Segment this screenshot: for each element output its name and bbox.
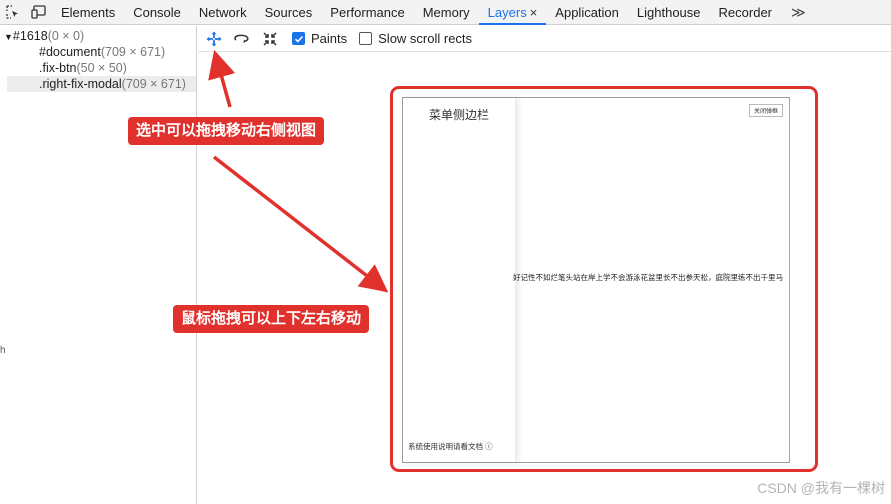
arrow-to-preview <box>212 155 389 293</box>
preview-body-text: 好记性不如烂笔头站在岸上学不会游泳花盆里长不出参天松，庭院里练不出千里马 <box>513 273 783 282</box>
close-modal-button[interactable]: 关闭弹框 <box>748 104 783 117</box>
annotation-drag-select: 选中可以拖拽移动右侧视图 <box>128 117 325 145</box>
watermark: CSDN @我有一棵树 <box>757 480 885 496</box>
preview-sidebar: 菜单侧边栏 系统使用说明请看文档 ⓘ <box>403 98 515 462</box>
sidebar-title: 菜单侧边栏 <box>428 108 489 122</box>
arrow-to-pan-tool <box>208 49 236 108</box>
annotation-mouse-drag: 鼠标拖拽可以上下左右移动 <box>173 305 370 333</box>
sidebar-footer-text: 系统使用说明请看文档 ⓘ <box>408 442 493 451</box>
layer-preview[interactable]: 菜单侧边栏 系统使用说明请看文档 ⓘ 关闭弹框 好记性不如烂笔头站在岸上学不会游… <box>402 97 790 463</box>
